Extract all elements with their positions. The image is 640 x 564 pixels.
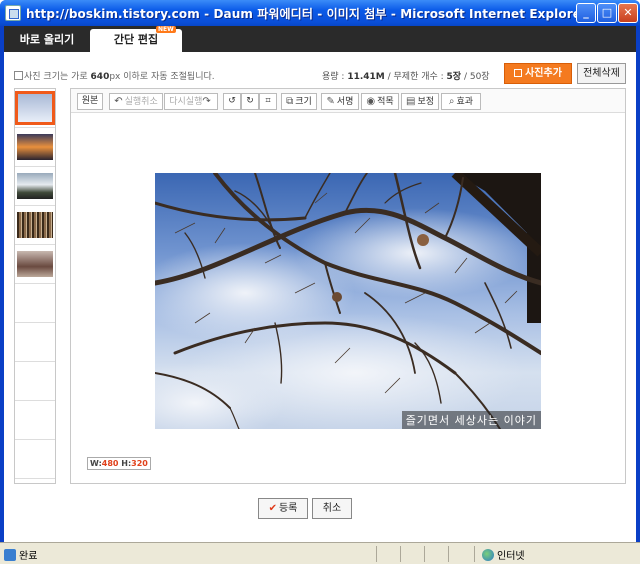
thumbnail-image — [17, 251, 53, 277]
thumbnail-image — [17, 212, 53, 238]
width-label: W: — [90, 459, 102, 468]
info-row: 사진 크기는 가로 640px 이하로 자동 조절됩니다. 용량 : 11.41… — [14, 63, 626, 86]
redo-icon: ↷ — [202, 96, 211, 107]
height-label: H: — [118, 459, 132, 468]
thumbnail-slot-empty — [15, 362, 55, 401]
thumbnail-image — [15, 91, 55, 125]
rotate-right-button[interactable]: ↻ — [241, 93, 259, 110]
window-title: http://boskim.tistory.com - Daum 파워에디터 -… — [26, 7, 588, 21]
signature-button[interactable]: ✎ 서명 — [321, 93, 359, 110]
note-prefix: 사진 크기는 가로 — [24, 72, 91, 82]
status-bar: 완료 인터넷 — [0, 542, 640, 564]
thumbnail-slot-empty — [15, 284, 55, 323]
thumbnail-strip — [14, 88, 56, 484]
status-divider — [448, 546, 449, 562]
tab-bar: 바로 올리기 간단 편집 NEW — [4, 26, 636, 52]
resize-button[interactable]: ⧉ 크기 — [281, 93, 317, 110]
status-divider — [424, 546, 425, 562]
globe-icon — [482, 549, 494, 561]
original-button[interactable]: 원본 — [77, 93, 103, 110]
editor-toolbar: 원본 ↶ 실행취소 다시실행↷ ↺ ↻ ⌗ ⧉ 크기 ✎ 서명 ◉ 적목 ▤ 보정 ⌕ 효과 — [71, 89, 625, 113]
monitor-icon: ▤ — [405, 96, 416, 107]
correction-button[interactable]: ▤ 보정 — [401, 93, 439, 110]
status-divider — [376, 546, 377, 562]
tab-simple-edit-label: 간단 편집 — [113, 33, 159, 46]
signature-label: 서명 — [336, 97, 354, 107]
photo-caption: 즐기면서 세상사는 이야기 — [401, 411, 541, 429]
zone-label: 인터넷 — [497, 551, 525, 562]
capacity-label: 용량 : — [322, 72, 348, 82]
thumbnail-slot-empty — [15, 323, 55, 362]
ie-page-icon — [5, 5, 21, 21]
undo-button[interactable]: ↶ 실행취소 — [109, 93, 163, 110]
count-limit: / 50장 — [461, 72, 490, 82]
photo-dimensions: W:480 H:320 — [87, 457, 151, 470]
thumbnail-2[interactable] — [15, 128, 55, 167]
correction-label: 보정 — [417, 97, 434, 107]
status-divider — [474, 546, 475, 562]
thumbnail-image — [17, 173, 53, 199]
rotate-left-button[interactable]: ↺ — [223, 93, 241, 110]
dialog-content: 바로 올리기 간단 편집 NEW 사진 크기는 가로 640px 이하로 자동 … — [4, 26, 636, 542]
red-eye-label: 적목 — [377, 97, 394, 107]
check-icon: ✔ — [268, 503, 277, 514]
count-value: 5장 — [446, 72, 462, 82]
delete-all-button[interactable]: 전체삭제 — [577, 63, 626, 84]
thumbnail-slot-empty — [15, 440, 55, 479]
status-divider — [400, 546, 401, 562]
note-suffix: px 이하로 자동 조절됩니다. — [109, 72, 215, 82]
maximize-button[interactable]: □ — [597, 3, 617, 23]
status-label: 완료 — [19, 551, 38, 562]
width-value: 480 — [101, 459, 119, 468]
tree-branches-graphic — [155, 173, 541, 429]
crop-button[interactable]: ⌗ — [259, 93, 277, 110]
eye-icon: ◉ — [366, 96, 376, 107]
resize-icon: ⧉ — [286, 96, 294, 107]
tab-quick-upload[interactable]: 바로 올리기 — [6, 29, 88, 52]
capacity-value: 11.41M — [347, 72, 385, 82]
redo-label: 다시실행 — [169, 97, 203, 107]
page-done-icon — [4, 549, 16, 561]
image-editor: 원본 ↶ 실행취소 다시실행↷ ↺ ↻ ⌗ ⧉ 크기 ✎ 서명 ◉ 적목 ▤ 보정 ⌕ 효과 — [70, 88, 626, 484]
thumbnail-image — [17, 134, 53, 160]
minimize-button[interactable]: _ — [576, 3, 596, 23]
editor-canvas: 즐기면서 세상사는 이야기 W:480 H:320 — [71, 114, 625, 483]
add-photo-button[interactable]: 사진추가 — [504, 63, 572, 84]
height-value: 320 — [131, 459, 148, 468]
edited-photo[interactable]: 즐기면서 세상사는 이야기 — [155, 173, 541, 429]
redo-button[interactable]: 다시실행↷ — [164, 93, 218, 110]
thumbnail-5[interactable] — [15, 245, 55, 284]
status-text: 완료 — [4, 547, 37, 562]
thumbnail-slot-empty — [15, 401, 55, 440]
security-zone: 인터넷 — [482, 547, 525, 562]
upload-stats: 용량 : 11.41M / 무제한 개수 : 5장 / 50장 — [322, 69, 490, 82]
register-button[interactable]: ✔ 등록 — [258, 498, 308, 519]
undo-icon: ↶ — [114, 96, 123, 107]
checkbox-icon[interactable] — [14, 71, 23, 80]
close-button[interactable]: ✕ — [618, 3, 638, 23]
note-width: 640 — [90, 72, 110, 82]
effect-label: 효과 — [456, 97, 474, 107]
cancel-button[interactable]: 취소 — [312, 498, 352, 519]
thumbnail-3[interactable] — [15, 167, 55, 206]
photo-icon — [514, 69, 523, 77]
resize-label: 크기 — [295, 97, 312, 107]
red-eye-button[interactable]: ◉ 적목 — [361, 93, 399, 110]
new-badge: NEW — [156, 26, 176, 33]
browser-window: http://boskim.tistory.com - Daum 파워에디터 -… — [0, 0, 640, 564]
title-bar[interactable]: http://boskim.tistory.com - Daum 파워에디터 -… — [0, 0, 640, 26]
magnifier-icon: ⌕ — [448, 96, 455, 107]
undo-label: 실행취소 — [124, 97, 158, 107]
resize-note: 사진 크기는 가로 640px 이하로 자동 조절됩니다. — [14, 69, 215, 82]
register-label: 등록 — [278, 503, 298, 514]
thumbnail-4[interactable] — [15, 206, 55, 245]
thumbnail-1[interactable] — [15, 89, 55, 128]
tab-simple-edit[interactable]: 간단 편집 NEW — [90, 26, 182, 52]
effect-button[interactable]: ⌕ 효과 — [441, 93, 481, 110]
add-photo-label: 사진추가 — [525, 68, 562, 79]
pen-icon: ✎ — [326, 96, 335, 107]
capacity-limit: / 무제한 개수 : — [384, 72, 447, 82]
